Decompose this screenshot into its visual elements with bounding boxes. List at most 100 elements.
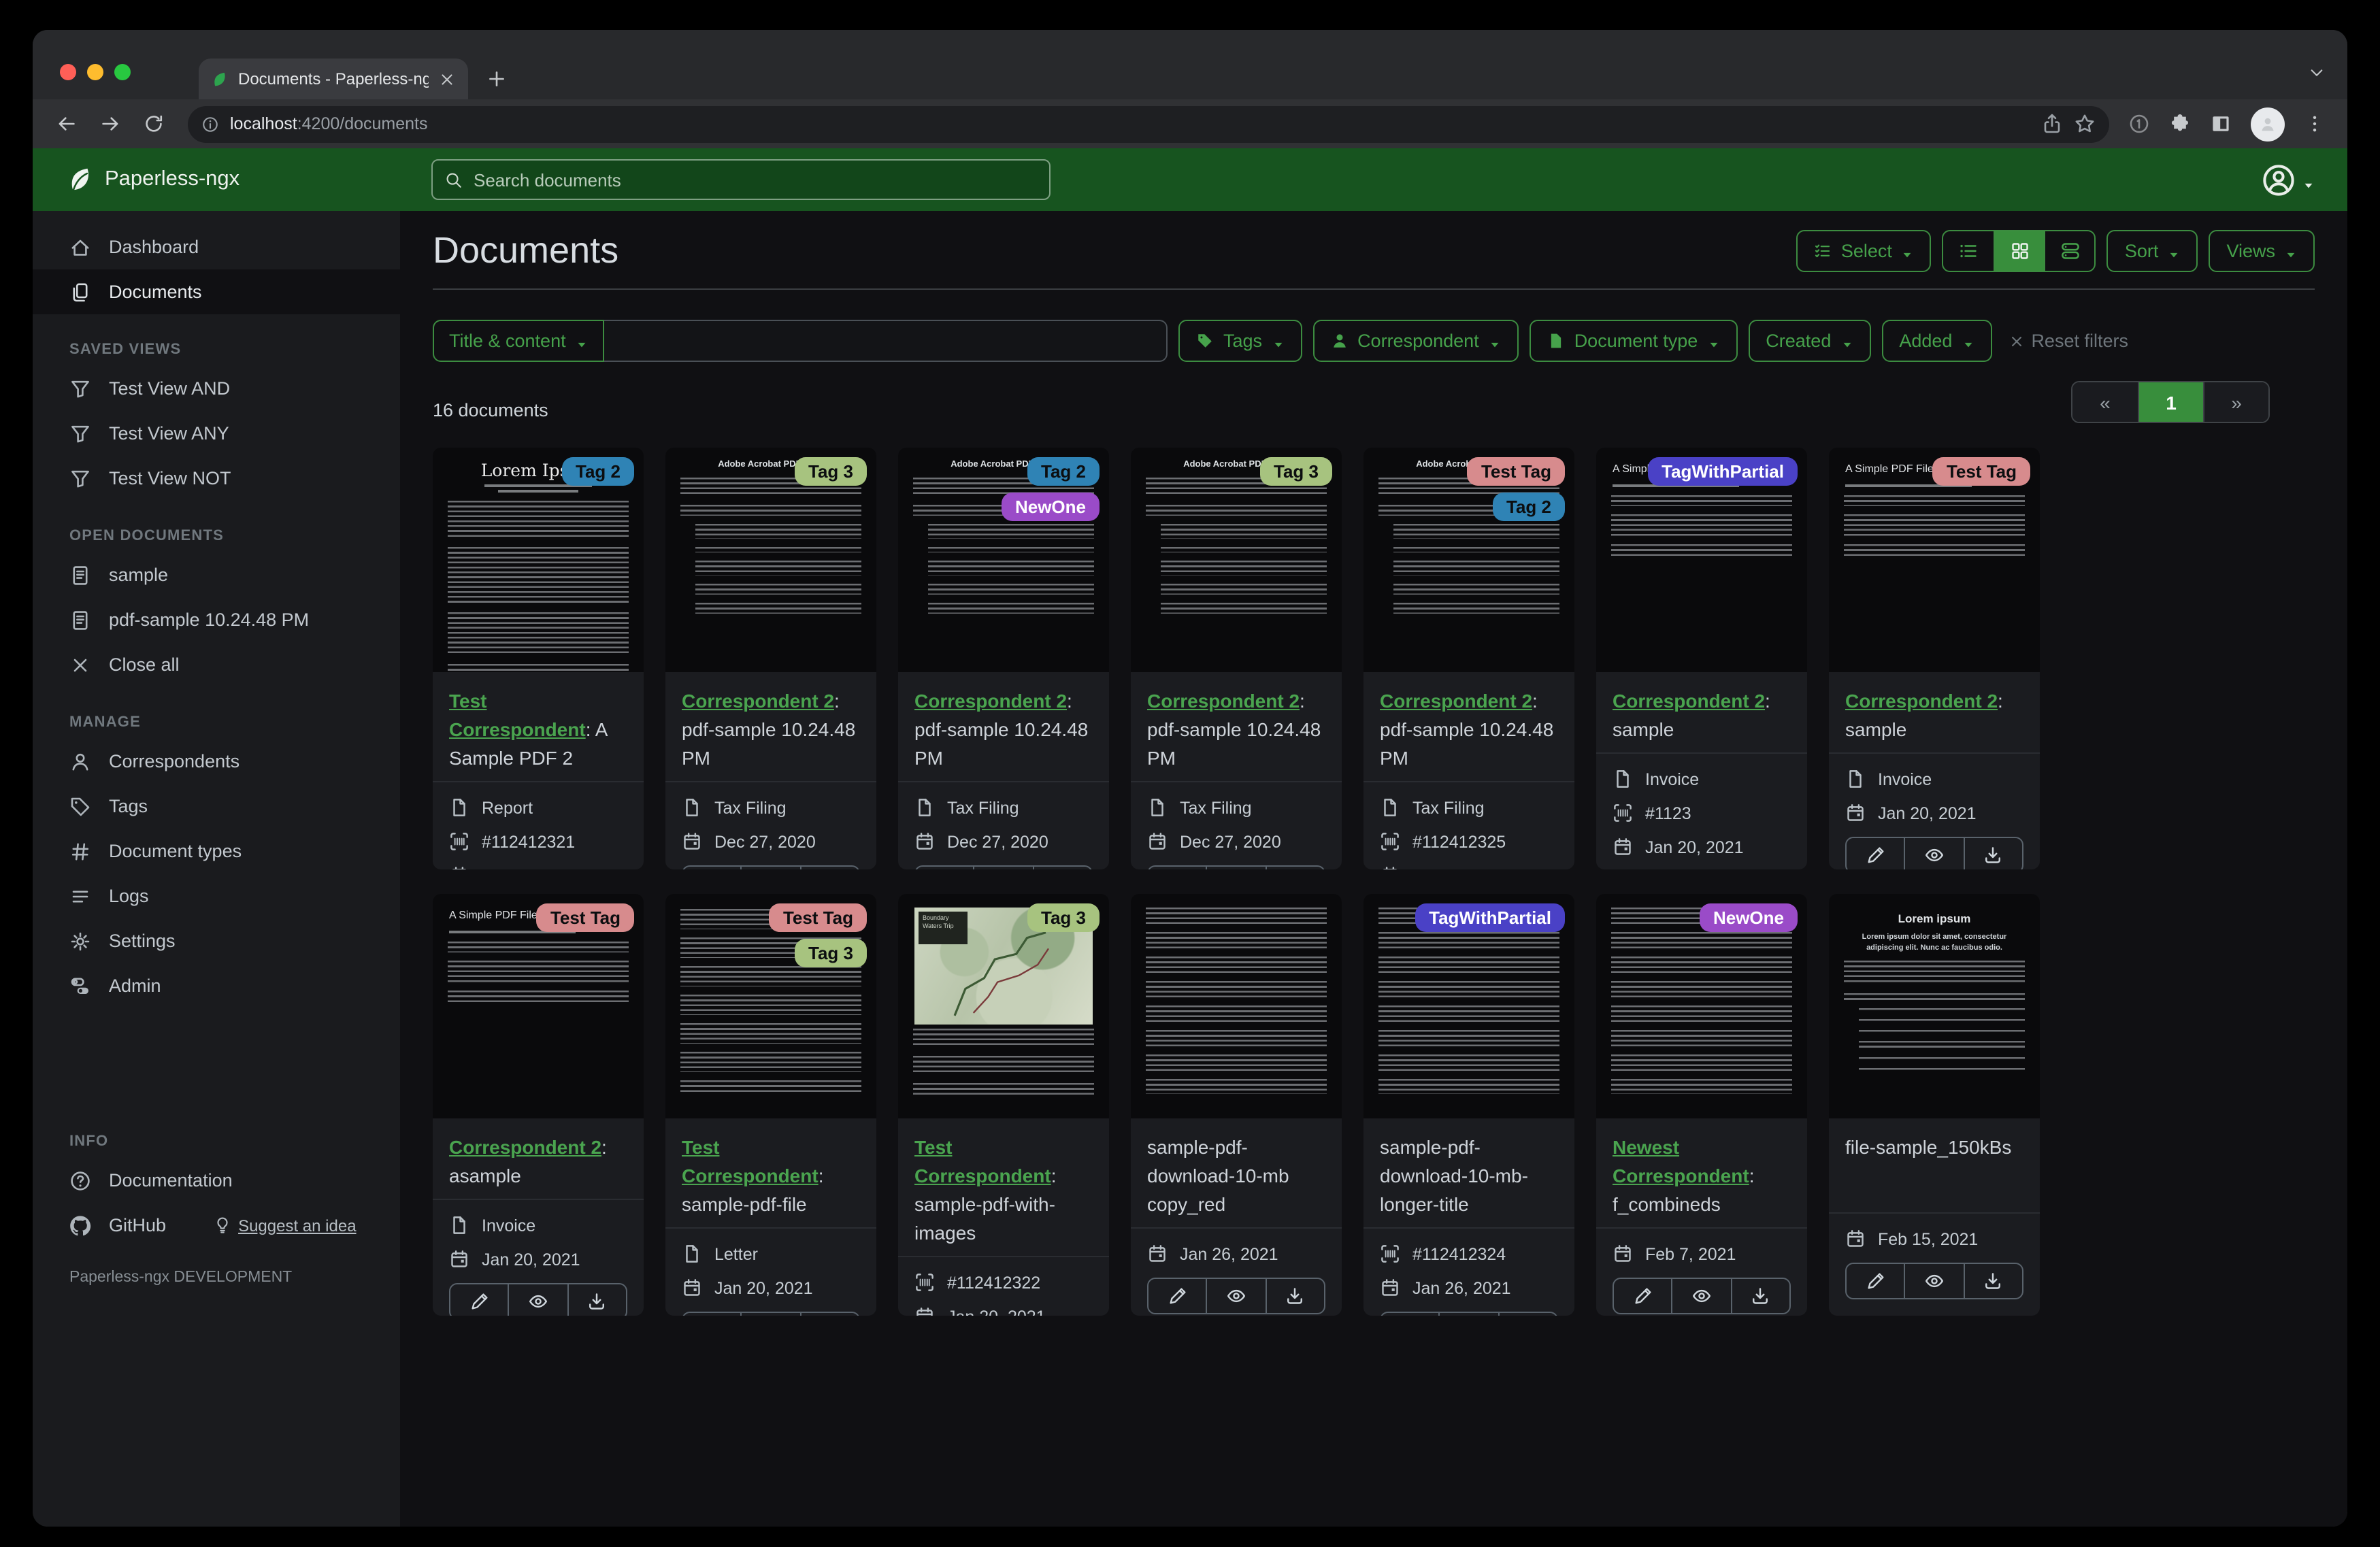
sidebar-item-open-pdf-sample[interactable]: pdf-sample 10.24.48 PM xyxy=(33,597,400,642)
download-button[interactable] xyxy=(1032,867,1091,869)
correspondent-link[interactable]: Correspondent 2 xyxy=(449,1136,601,1158)
document-thumbnail[interactable]: A Simple PDF File TagWithPartial xyxy=(1596,448,1807,672)
correspondent-link[interactable]: Test Correspondent xyxy=(682,1136,819,1186)
extension-badge-icon[interactable] xyxy=(2128,113,2150,135)
bookmark-star-icon[interactable] xyxy=(2074,113,2096,135)
document-thumbnail[interactable]: Adobe Acrobat PDF Files Tag 3 xyxy=(1131,448,1342,672)
download-button[interactable] xyxy=(1963,838,2022,869)
preview-button[interactable] xyxy=(1904,838,1964,869)
edit-button[interactable] xyxy=(450,1284,508,1316)
correspondent-link[interactable]: Correspondent 2 xyxy=(914,690,1067,712)
tag-badge[interactable]: Test Tag xyxy=(769,903,867,932)
document-card[interactable]: Adobe Acrobat PDF Files Tag 3 Correspond… xyxy=(1131,448,1342,869)
prev-page-button[interactable]: « xyxy=(2072,382,2138,422)
sidebar-item-admin[interactable]: Admin xyxy=(33,963,400,1008)
edit-button[interactable] xyxy=(1148,1279,1206,1313)
edit-button[interactable] xyxy=(683,867,741,869)
correspondent-link[interactable]: Correspondent 2 xyxy=(1147,690,1300,712)
address-bar[interactable]: localhost:4200/documents xyxy=(188,105,2109,142)
tag-badge[interactable]: TagWithPartial xyxy=(1648,457,1798,486)
tab-close-icon[interactable] xyxy=(438,70,456,88)
side-panel-icon[interactable] xyxy=(2210,113,2232,135)
views-button[interactable]: Views xyxy=(2209,230,2315,272)
minimize-window-button[interactable] xyxy=(87,64,103,80)
correspondent-link[interactable]: Correspondent 2 xyxy=(1380,690,1532,712)
reload-button[interactable] xyxy=(136,106,171,142)
correspondent-link[interactable]: Correspondent 2 xyxy=(1613,690,1765,712)
sidebar-item-tags[interactable]: Tags xyxy=(33,784,400,829)
back-button[interactable] xyxy=(49,106,84,142)
reset-filters-button[interactable]: Reset filters xyxy=(2008,331,2128,351)
preview-button[interactable] xyxy=(1671,1279,1731,1313)
preview-button[interactable] xyxy=(508,1284,567,1316)
tag-badge[interactable]: Tag 2 xyxy=(1493,493,1565,521)
edit-button[interactable] xyxy=(1381,1313,1439,1316)
preview-button[interactable] xyxy=(740,1313,800,1316)
document-thumbnail[interactable]: Lorem ipsum Lorem ipsum dolor sit amet, c… xyxy=(1829,894,2040,1118)
document-thumbnail[interactable]: Lorem Ipsum Tag 2 xyxy=(433,448,644,672)
search-input[interactable] xyxy=(474,169,1037,190)
document-card[interactable]: sample-pdf-download-10-mb copy_red Jan 2… xyxy=(1131,894,1342,1316)
suggest-idea-link[interactable]: Suggest an idea xyxy=(214,1216,357,1235)
detail-view-button[interactable] xyxy=(2044,231,2095,271)
correspondent-link[interactable]: Newest Correspondent xyxy=(1613,1136,1749,1186)
correspondent-link[interactable]: Test Correspondent xyxy=(449,690,586,740)
download-button[interactable] xyxy=(1265,867,1324,869)
extensions-puzzle-icon[interactable] xyxy=(2169,113,2191,135)
tags-filter-button[interactable]: Tags xyxy=(1178,320,1302,362)
edit-button[interactable] xyxy=(916,867,974,869)
sidebar-item-dashboard[interactable]: Dashboard xyxy=(33,224,400,269)
download-button[interactable] xyxy=(1963,1264,2022,1298)
correspondent-link[interactable]: Test Correspondent xyxy=(914,1136,1051,1186)
sidebar-item-close-all[interactable]: Close all xyxy=(33,642,400,687)
sidebar-item-test-view-any[interactable]: Test View ANY xyxy=(33,411,400,456)
download-button[interactable] xyxy=(1498,1313,1557,1316)
browser-tab[interactable]: Documents - Paperless-ngx xyxy=(199,59,468,99)
edit-button[interactable] xyxy=(1847,838,1904,869)
document-thumbnail[interactable]: Test Tag Tag 3 xyxy=(665,894,876,1118)
select-button[interactable]: Select xyxy=(1796,230,1932,272)
edit-button[interactable] xyxy=(1148,867,1206,869)
document-thumbnail[interactable]: A Simple PDF File Test Tag xyxy=(433,894,644,1118)
sort-button[interactable]: Sort xyxy=(2106,230,2198,272)
document-thumbnail[interactable]: Adobe Acrobat PDF Files Tag 2 NewOne xyxy=(898,448,1109,672)
app-brand[interactable]: Paperless-ngx xyxy=(33,166,239,193)
tag-badge[interactable]: Tag 3 xyxy=(1260,457,1332,486)
tag-badge[interactable]: Tag 3 xyxy=(795,939,867,967)
next-page-button[interactable]: » xyxy=(2203,382,2268,422)
document-card[interactable]: A Simple PDF File TagWithPartial Corresp… xyxy=(1596,448,1807,869)
document-type-filter-button[interactable]: Document type xyxy=(1529,320,1738,362)
sidebar-item-github[interactable]: GitHub Suggest an idea xyxy=(33,1203,400,1248)
download-button[interactable] xyxy=(567,1284,626,1316)
document-card[interactable]: Adobe Acrobat PDF Files Tag 3 Correspond… xyxy=(665,448,876,869)
browser-profile-avatar[interactable] xyxy=(2251,107,2285,141)
document-thumbnail[interactable]: A Simple PDF File Test Tag xyxy=(1829,448,2040,672)
tag-badge[interactable]: Tag 2 xyxy=(1027,457,1100,486)
document-thumbnail[interactable]: TagWithPartial xyxy=(1363,894,1574,1118)
tag-badge[interactable]: Tag 3 xyxy=(1027,903,1100,932)
document-card[interactable]: Adobe Acrobat PDF Files Tag 2 NewOne Corr… xyxy=(898,448,1109,869)
site-info-icon[interactable] xyxy=(201,115,219,133)
correspondent-link[interactable]: Correspondent 2 xyxy=(682,690,834,712)
sidebar-item-document-types[interactable]: Document types xyxy=(33,829,400,874)
document-card[interactable]: Lorem Ipsum Tag 2 Test Correspondent: A … xyxy=(433,448,644,869)
document-thumbnail[interactable]: Adobe Acrobat PDF Files Test TagTag 2 xyxy=(1363,448,1574,672)
current-page-button[interactable]: 1 xyxy=(2138,382,2203,422)
correspondent-filter-button[interactable]: Correspondent xyxy=(1312,320,1519,362)
preview-button[interactable] xyxy=(1438,1313,1498,1316)
edit-button[interactable] xyxy=(683,1313,741,1316)
preview-button[interactable] xyxy=(1206,1279,1266,1313)
sidebar-item-logs[interactable]: Logs xyxy=(33,874,400,918)
preview-button[interactable] xyxy=(740,867,800,869)
tag-badge[interactable]: TagWithPartial xyxy=(1415,903,1565,932)
document-card[interactable]: NewOne Newest Correspondent: f_combineds… xyxy=(1596,894,1807,1316)
tag-badge[interactable]: Tag 2 xyxy=(562,457,634,486)
sidebar-item-documentation[interactable]: Documentation xyxy=(33,1158,400,1203)
user-menu[interactable] xyxy=(2262,163,2347,197)
download-button[interactable] xyxy=(1730,1279,1789,1313)
document-thumbnail[interactable]: NewOne xyxy=(1596,894,1807,1118)
sidebar-item-test-view-not[interactable]: Test View NOT xyxy=(33,456,400,501)
document-thumbnail[interactable]: Adobe Acrobat PDF Files Tag 3 xyxy=(665,448,876,672)
tag-badge[interactable]: NewOne xyxy=(1001,493,1100,521)
close-window-button[interactable] xyxy=(60,64,76,80)
